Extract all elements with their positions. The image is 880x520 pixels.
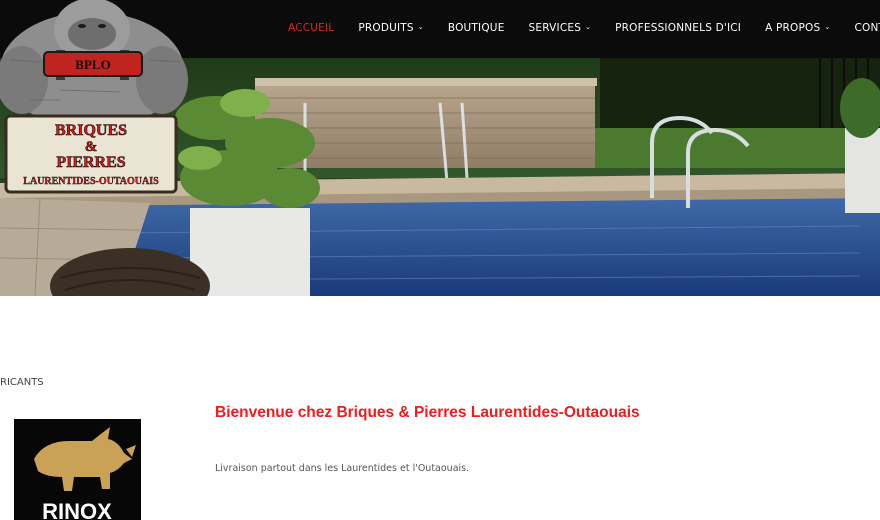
rinox-brand-text: RINOX (42, 499, 112, 520)
chevron-down-icon: ⌄ (585, 23, 592, 31)
nav-item-professionnels[interactable]: PROFESSIONNELS D'ICI (615, 22, 741, 34)
nav-label: CONTACT (854, 22, 880, 34)
sidebar-heading: RICANTS (0, 377, 44, 388)
nav-label: PROFESSIONNELS D'ICI (615, 22, 742, 34)
rhino-icon: RINOX (34, 427, 136, 520)
logo-badge-text: BPLO (75, 57, 110, 72)
logo-text-region: LAURENTIDES-OUTAOUAIS (23, 176, 159, 187)
nav-label: BOUTIQUE (447, 22, 505, 34)
logo-gorilla-graphic: BPLO BRIQUES & PIERRES LAURENTIDES-OUTAO… (0, 0, 188, 194)
nav-item-contact[interactable]: CONTACT (854, 22, 880, 34)
nav-item-boutique[interactable]: BOUTIQUE (448, 22, 505, 34)
site-logo[interactable]: BPLO BRIQUES & PIERRES LAURENTIDES-OUTAO… (0, 0, 190, 198)
nav-item-accueil[interactable]: ACCUEIL (288, 22, 334, 34)
nav-item-services[interactable]: SERVICES ⌄ (529, 22, 592, 34)
nav-label: PRODUITS (358, 22, 414, 34)
nav-label: SERVICES (528, 22, 582, 34)
delivery-text: Livraison partout dans les Laurentides e… (215, 463, 470, 474)
page: ACCUEIL PRODUITS ⌄ BOUTIQUE SERVICES ⌄ PRO… (0, 0, 880, 520)
logo-text-ampersand: & (85, 139, 98, 155)
welcome-heading: Bienvenue chez Briques & Pierres Laurent… (215, 404, 640, 421)
nav-item-produits[interactable]: PRODUITS ⌄ (358, 22, 424, 34)
nav-item-a-propos[interactable]: A PROPOS ⌄ (765, 22, 830, 34)
nav-label: A PROPOS (765, 22, 821, 34)
main-nav: ACCUEIL PRODUITS ⌄ BOUTIQUE SERVICES ⌄ PRO… (288, 22, 880, 34)
logo-text-briques: BRIQUES (55, 122, 127, 139)
rinox-brand-logo[interactable]: RINOX (14, 419, 141, 520)
logo-text-pierres: PIERRES (56, 154, 125, 171)
nav-label: ACCUEIL (288, 22, 335, 34)
chevron-down-icon: ⌄ (417, 23, 424, 31)
chevron-down-icon: ⌄ (824, 23, 831, 31)
